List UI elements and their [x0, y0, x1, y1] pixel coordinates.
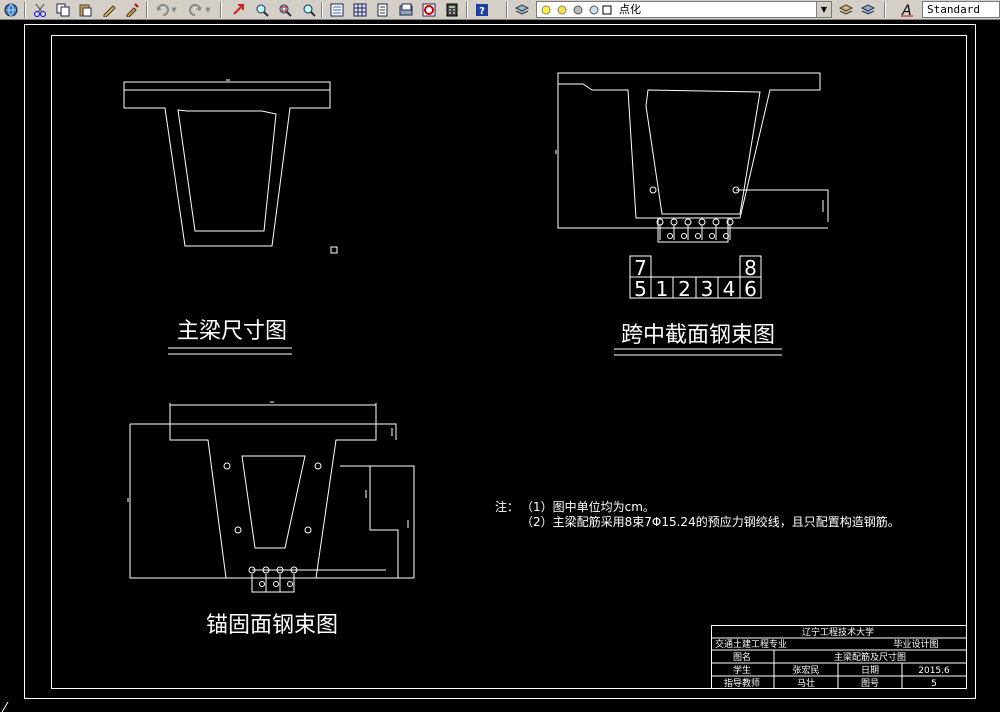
pan-icon[interactable]	[230, 2, 246, 18]
cad-toolbar: ▼ ▼ ? 点化 ▼ A Standard	[0, 0, 1000, 20]
midspan-title: 跨中截面钢束图	[621, 323, 775, 348]
layer-dropdown[interactable]: 点化 ▼	[536, 1, 832, 18]
tendon-number-4: 4	[723, 277, 736, 301]
layer-state-icons	[541, 5, 612, 15]
sheet-set-icon[interactable]	[398, 2, 414, 18]
tool-palettes-icon[interactable]	[375, 2, 391, 18]
title-block-date-label: 日期	[861, 665, 879, 676]
toolbar-separator	[466, 2, 468, 18]
zoom-realtime-icon[interactable]	[254, 2, 270, 18]
title-block-drawing-name: 主梁配筋及尺寸图	[834, 651, 906, 663]
redo-icon[interactable]	[188, 2, 204, 18]
title-block-number-value: 5	[931, 679, 937, 689]
text-style-icon[interactable]: A	[900, 2, 916, 18]
tendon-number-3: 3	[701, 277, 714, 301]
note-2: （2）主梁配筋采用8束7Φ15.24的预应力钢绞线，且只配置构造钢筋。	[521, 514, 900, 529]
tendon-number-5: 5	[634, 277, 647, 301]
toolbar-separator	[321, 2, 323, 18]
design-center-icon[interactable]	[352, 2, 368, 18]
match-properties-icon[interactable]	[124, 2, 140, 18]
current-layer-name: 点化	[619, 3, 641, 16]
zoom-previous-icon[interactable]	[301, 2, 317, 18]
anchor-title: 锚固面钢束图	[206, 613, 338, 638]
globe-icon[interactable]	[3, 2, 19, 18]
title-block-student-name: 张宏民	[792, 664, 819, 676]
zoom-window-icon[interactable]	[277, 2, 293, 18]
main-section-title: 主梁尺寸图	[177, 319, 287, 344]
tendon-number-2: 2	[678, 277, 691, 301]
model-space-background	[0, 20, 1000, 712]
chevron-down-icon[interactable]: ▼	[816, 2, 831, 17]
title-block-name-label: 图名	[733, 651, 751, 663]
redo-dropdown-icon[interactable]: ▼	[204, 2, 212, 18]
toolbar-separator	[506, 2, 508, 18]
title-block-advisor-name: 马壮	[797, 677, 815, 689]
undo-dropdown-icon[interactable]: ▼	[170, 2, 178, 18]
undo-icon[interactable]	[154, 2, 170, 18]
toolbar-separator	[884, 2, 886, 18]
toolbar-separator	[146, 2, 148, 18]
svg-text:?: ?	[479, 6, 485, 17]
tendon-number-1: 1	[656, 277, 669, 301]
title-block-advisor-label: 指导教师	[724, 677, 760, 689]
toolbar-separator	[220, 2, 222, 18]
calculator-icon[interactable]	[444, 2, 460, 18]
title-block-major: 交通土建工程专业	[715, 638, 787, 650]
title-block-university: 辽宁工程技术大学	[802, 626, 874, 638]
title-block-number-label: 图号	[861, 678, 879, 689]
title-block-design-type: 毕业设计图	[893, 638, 938, 650]
properties-icon[interactable]	[329, 2, 345, 18]
paste-icon[interactable]	[77, 2, 93, 18]
drawing-canvas[interactable]: 主梁尺寸图 7 8 5 1 2 3 4 6 跨中截面钢束图 锚固面钢束图 注： …	[0, 20, 1000, 712]
markup-icon[interactable]	[421, 2, 437, 18]
layer-previous-icon[interactable]	[860, 2, 876, 18]
tendon-number-6: 6	[744, 277, 757, 301]
notes-label: 注：	[495, 499, 519, 514]
help-icon[interactable]: ?	[474, 2, 490, 18]
title-block-date-value: 2015.6	[918, 666, 950, 676]
text-style-dropdown[interactable]: Standard	[922, 1, 1000, 18]
pencil-icon[interactable]	[101, 2, 117, 18]
make-layer-current-icon[interactable]	[838, 2, 854, 18]
title-block-student-label: 学生	[733, 664, 751, 676]
toolbar-separator	[24, 2, 26, 18]
copy-icon[interactable]	[55, 2, 71, 18]
cut-icon[interactable]	[32, 2, 48, 18]
layer-manager-icon[interactable]	[514, 2, 530, 18]
note-1: （1）图中单位均为cm。	[521, 499, 655, 514]
text-style-name: Standard	[927, 3, 980, 16]
